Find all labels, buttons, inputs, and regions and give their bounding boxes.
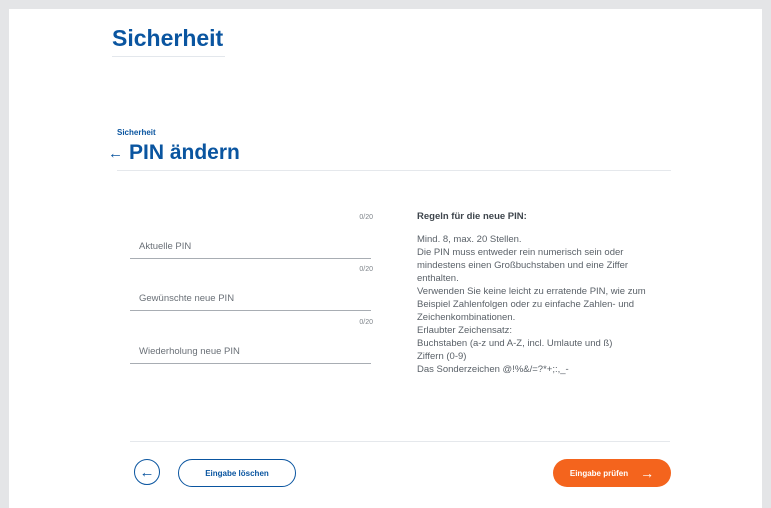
rule-line: Beispiel Zahlenfolgen oder zu einfache Z… [417, 299, 635, 310]
rules-list: Mind. 8, max. 20 Stellen. Die PIN muss e… [417, 233, 679, 376]
check-input-button[interactable]: Eingabe prüfen → [553, 459, 671, 487]
page-heading: Sicherheit [112, 25, 225, 57]
rule-line: Mind. 8, max. 20 Stellen. [417, 234, 522, 245]
rule-line: mindestens einen Großbuchstaben und eine… [417, 260, 629, 271]
rule-line: Erlaubter Zeichensatz: [417, 325, 513, 336]
back-button[interactable]: ← [134, 459, 160, 485]
clear-input-button[interactable]: Eingabe löschen [178, 459, 296, 487]
repeat-pin-label: Wiederholung neue PIN [139, 346, 240, 357]
divider [130, 441, 670, 442]
divider [117, 170, 671, 171]
check-input-label: Eingabe prüfen [569, 468, 629, 478]
arrow-left-icon: ← [139, 463, 155, 481]
rule-line: Verwenden Sie keine leicht zu erratende … [417, 286, 646, 297]
current-pin-label: Aktuelle PIN [139, 241, 192, 252]
breadcrumb[interactable]: Sicherheit [117, 128, 156, 137]
rule-line: Buchstaben (a-z und A-Z, incl. Umlaute u… [417, 338, 613, 349]
rules-title: Regeln für die neue PIN: [417, 211, 527, 222]
arrow-right-icon: → [640, 465, 655, 481]
page-title: PIN ändern [129, 141, 240, 164]
repeat-pin-field[interactable]: 0/20 Wiederholung neue PIN [130, 319, 373, 364]
rule-line: enthalten. [417, 273, 459, 284]
title-row: ← PIN ändern [108, 141, 240, 165]
rule-line: Die PIN muss entweder rein numerisch sei… [417, 247, 624, 258]
rule-line: Zeichenkombinationen. [417, 312, 516, 323]
rule-line: Das Sonderzeichen @!%&/=?*+;:,_- [417, 364, 569, 375]
char-counter: 0/20 [359, 319, 373, 326]
char-counter: 0/20 [359, 266, 373, 273]
char-counter: 0/20 [359, 214, 373, 221]
new-pin-label: Gewünschte neue PIN [139, 293, 235, 304]
new-pin-field[interactable]: 0/20 Gewünschte neue PIN [130, 266, 373, 311]
rule-line: Ziffern (0-9) [417, 351, 467, 362]
arrow-left-icon[interactable]: ← [108, 146, 123, 161]
current-pin-field[interactable]: 0/20 Aktuelle PIN [130, 214, 373, 259]
